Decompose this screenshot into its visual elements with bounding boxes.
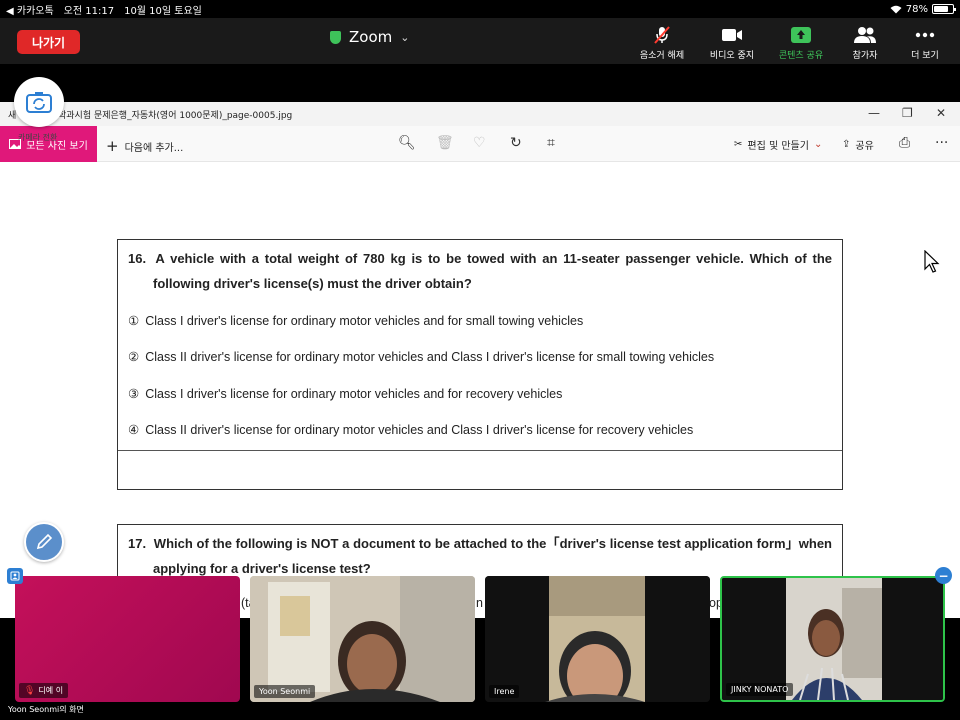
- participants-icon: [854, 27, 876, 43]
- participant-tile[interactable]: Yoon Seonmi: [250, 576, 475, 702]
- question-16-line1: 16. A vehicle with a total weight of 780…: [128, 246, 832, 271]
- question-17-number: 17.: [128, 536, 147, 551]
- stop-video-button[interactable]: 비디오 중지: [697, 24, 767, 61]
- participant-name: Yoon Seonmi: [259, 687, 311, 696]
- unmute-button[interactable]: 음소거 해제: [627, 24, 697, 61]
- edit-create-label: 편집 및 만들기: [747, 141, 809, 152]
- zoom-title-text: Zoom: [349, 28, 393, 46]
- question-17-text1: Which of the following is NOT a document…: [153, 536, 832, 551]
- participant-name-tag: Yoon Seonmi: [254, 685, 316, 698]
- share-photo-button[interactable]: ⇪ 공유: [842, 137, 874, 152]
- battery-percent: 78%: [905, 3, 928, 15]
- participant-tile[interactable]: Irene: [485, 576, 710, 702]
- chevron-down-icon: ⌄: [813, 139, 823, 150]
- zoom-toolbar: 나가기 Zoom ⌄ 음소거 해제 비디오 중지 콘텐츠 공유 참가자 더 보기: [0, 18, 960, 64]
- status-date: 10월 10일 토요일: [124, 5, 202, 17]
- edit-create-button[interactable]: ✂︎ 편집 및 만들기 ⌄: [734, 137, 822, 152]
- plus-icon: +: [106, 137, 119, 155]
- share-photo-label: 공유: [855, 141, 874, 152]
- option-1: ① Class I driver's license for ordinary m…: [128, 314, 584, 328]
- camera-switch-button[interactable]: [14, 77, 64, 127]
- back-to-app[interactable]: ◀ 카카오톡: [6, 2, 54, 17]
- question-17-line1: 17. Which of the following is NOT a docu…: [128, 531, 832, 556]
- participant-name: JINKY NONATO: [731, 685, 789, 694]
- more-button[interactable]: 더 보기: [890, 24, 960, 61]
- status-time: 오전 11:17: [63, 5, 115, 17]
- more-label: 더 보기: [911, 51, 939, 61]
- peek-text-2: n: [476, 596, 483, 610]
- mic-off-icon: 🎙︎: [24, 685, 36, 696]
- option-3: ③ Class I driver's license for ordinary m…: [128, 387, 563, 401]
- zoom-title[interactable]: Zoom ⌄: [330, 28, 409, 46]
- camera-switch-label: 카메라 전환: [18, 133, 58, 142]
- question-16-text1: A vehicle with a total weight of 780 kg …: [155, 251, 832, 266]
- favorite-icon[interactable]: ♡: [473, 135, 486, 151]
- print-icon[interactable]: ⎙: [899, 135, 910, 151]
- battery-icon: [932, 4, 956, 14]
- add-to-label: 다음에 추가...: [124, 142, 184, 154]
- share-content-button[interactable]: 콘텐츠 공유: [766, 24, 836, 61]
- ios-status-bar: ◀ 카카오톡 오전 11:17 10월 10일 토요일 78%: [0, 0, 960, 18]
- pin-icon[interactable]: [7, 568, 23, 584]
- participant-tile[interactable]: 🎙︎ 디예 이: [15, 576, 240, 702]
- chevron-down-icon: ⌄: [400, 30, 410, 44]
- participant-video: [250, 576, 475, 702]
- annotate-button[interactable]: [24, 522, 64, 562]
- participant-name: Irene: [494, 687, 515, 696]
- edit-icon: ✂︎: [734, 139, 743, 150]
- participant-name-tag: 🎙︎ 디예 이: [19, 683, 69, 698]
- participant-name: 디예 이: [38, 686, 64, 695]
- close-icon[interactable]: ✕: [936, 106, 946, 120]
- video-icon: [722, 29, 742, 41]
- option-2: ② Class II driver's license for ordinary …: [128, 350, 715, 364]
- stop-video-label: 비디오 중지: [709, 51, 755, 61]
- share-out-icon: ⇪: [842, 139, 851, 150]
- leave-button[interactable]: 나가기: [17, 30, 80, 54]
- wifi-icon: [890, 5, 902, 13]
- screen-owner-label: Yoon Seonmi의 화면: [8, 705, 84, 714]
- crop-icon[interactable]: ⌗: [547, 135, 555, 151]
- answer-divider: [118, 450, 842, 451]
- participants-label: 참가자: [852, 51, 878, 61]
- participant-tile-active[interactable]: JINKY NONATO: [720, 576, 945, 702]
- more-options-icon[interactable]: ···: [935, 135, 948, 151]
- shield-icon: [330, 30, 341, 44]
- unmute-label: 음소거 해제: [639, 51, 685, 61]
- mouse-cursor-icon: [924, 249, 940, 278]
- participant-name-tag: JINKY NONATO: [726, 683, 794, 696]
- participant-video: [722, 578, 943, 700]
- minimize-icon[interactable]: —: [868, 106, 880, 120]
- option-4: ④ Class II driver's license for ordinary …: [128, 423, 694, 437]
- battery-fill: [934, 6, 949, 12]
- participant-video: [485, 576, 710, 702]
- delete-icon[interactable]: 🗑︎: [436, 135, 454, 151]
- window-titlebar: 새 련 외국어 학과시험 문제은행_자동차(영어 1000문제)_page-00…: [0, 102, 960, 126]
- pencil-icon: [36, 533, 53, 550]
- rotate-icon[interactable]: ↻: [510, 135, 522, 151]
- zoom-in-icon[interactable]: 🔍︎: [398, 135, 416, 151]
- add-to-button[interactable]: + 다음에 추가...: [106, 137, 183, 155]
- shared-screen-window: 새 련 외국어 학과시험 문제은행_자동차(영어 1000문제)_page-00…: [0, 102, 960, 618]
- restore-icon[interactable]: ❐: [902, 106, 913, 120]
- camera-switch-icon: [26, 92, 52, 113]
- photo-toolbar: 모든 사진 보기 + 다음에 추가... 🔍︎ 🗑︎ ♡ ↻ ⌗ ✂︎ 편집 및…: [0, 126, 960, 162]
- collapse-strip-button[interactable]: −: [935, 567, 952, 584]
- share-content-label: 콘텐츠 공유: [778, 51, 824, 61]
- mic-off-icon: [654, 26, 670, 44]
- more-icon: [915, 32, 935, 38]
- question-16-line2: following driver's license(s) must the d…: [153, 276, 472, 291]
- participant-name-tag: Irene: [489, 685, 520, 698]
- zoom-screen: ◀ 카카오톡 오전 11:17 10월 10일 토요일 78% 나가기 Zoom…: [0, 0, 960, 720]
- question-16-box: 16. A vehicle with a total weight of 780…: [117, 239, 843, 490]
- question-16-number: 16.: [128, 251, 147, 266]
- share-icon: [791, 27, 811, 43]
